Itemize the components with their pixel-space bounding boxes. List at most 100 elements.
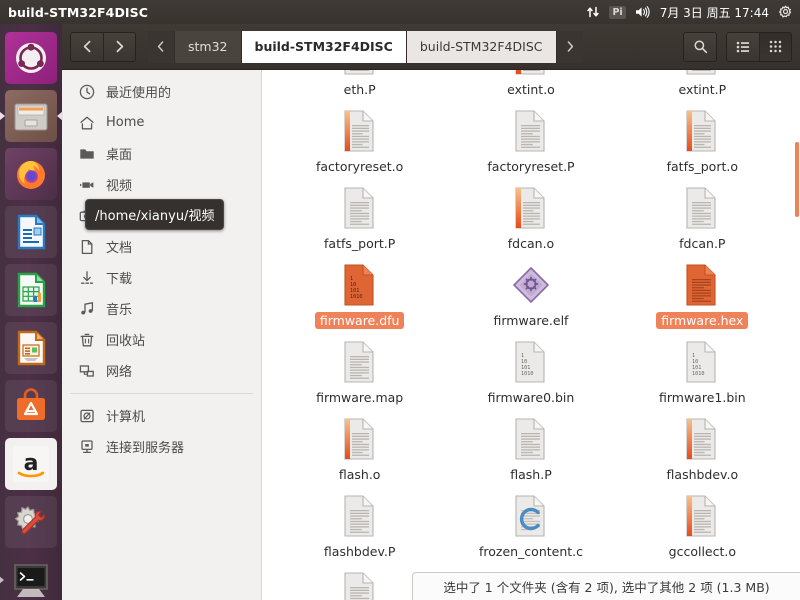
window-body: 最近使用的Home桌面视频图片文档下载音乐回收站网络 计算机连接到服务器 /ho… [62, 70, 800, 600]
gear-icon[interactable] [778, 5, 793, 20]
breadcrumb-scroll-right[interactable] [556, 30, 583, 63]
file-item[interactable]: flashbdev.P [274, 485, 445, 562]
list-view-icon[interactable] [727, 32, 759, 61]
file-item[interactable]: frozen_content.c [445, 485, 616, 562]
launcher-item-ubuntu-software[interactable] [5, 380, 57, 432]
amazon-icon: a [13, 446, 49, 482]
breadcrumb-item-2[interactable]: build-STM32F4DISC [406, 30, 557, 63]
navigation-buttons [70, 31, 136, 62]
file-item[interactable]: fdcan.P [617, 177, 788, 254]
file-label: fdcan.o [507, 236, 555, 251]
file-label: factoryreset.P [487, 159, 575, 174]
places-sidebar: 最近使用的Home桌面视频图片文档下载音乐回收站网络 计算机连接到服务器 /ho… [62, 70, 262, 600]
sidebar-item-label: 音乐 [106, 303, 133, 318]
file-icon-object [511, 70, 551, 77]
file-item[interactable]: factoryreset.o [274, 100, 445, 177]
file-label: firmware1.bin [658, 390, 746, 405]
launcher-item-files-nautilus[interactable] [5, 90, 57, 142]
file-item[interactable]: 1 10 101 1010 firmware0.bin [445, 331, 616, 408]
sidebar-item-3[interactable]: 视频 [62, 169, 261, 200]
file-grid-view[interactable]: eth.P extint.o extint.P factoryreset.o facto… [262, 70, 800, 600]
clock[interactable]: 7月 3日 周五 17:44 [660, 4, 769, 21]
launcher-item-libreoffice-impress[interactable] [5, 322, 57, 374]
launcher-item-amazon[interactable]: a [5, 438, 57, 490]
file-label: flash.o [338, 467, 381, 482]
sidebar-item-10[interactable]: 计算机 [62, 400, 261, 431]
file-item[interactable]: firmware.hex [617, 254, 788, 331]
breadcrumb-item-1[interactable]: build-STM32F4DISC [241, 30, 407, 63]
launcher-item-ubuntu-dash[interactable] [5, 32, 57, 84]
scrollbar-thumb[interactable] [795, 142, 799, 217]
file-item[interactable]: firmware.elf [445, 254, 616, 331]
file-item[interactable]: 1 10 101 1010 firmware.dfu [274, 254, 445, 331]
sidebar-item-9[interactable]: 网络 [62, 355, 261, 386]
sidebar-item-7[interactable]: 音乐 [62, 293, 261, 324]
breadcrumb-item-0[interactable]: stm32 [175, 30, 242, 63]
volume-icon[interactable] [635, 5, 651, 19]
file-item[interactable]: extint.P [617, 70, 788, 100]
breadcrumb-scroll-left[interactable] [148, 30, 175, 63]
file-item[interactable]: flashbdev.o [617, 408, 788, 485]
back-button[interactable] [71, 32, 103, 61]
window-title: build-STM32F4DISC [8, 4, 149, 20]
view-mode-buttons [726, 31, 792, 62]
grid-view-icon[interactable] [759, 32, 791, 61]
file-label: firmware.map [316, 390, 404, 405]
sidebar-item-1[interactable]: Home [62, 107, 261, 138]
forward-button[interactable] [103, 32, 135, 61]
file-icon-plain [340, 181, 380, 231]
launcher-item-libreoffice-calc[interactable] [5, 264, 57, 316]
sidebar-item-8[interactable]: 回收站 [62, 324, 261, 355]
sidebar-item-5[interactable]: 文档 [62, 231, 261, 262]
file-label: gccollect.o [668, 544, 736, 559]
file-item[interactable]: flash.P [445, 408, 616, 485]
pi-indicator[interactable]: Pi [609, 5, 626, 19]
settings-gear-wrench-icon [14, 506, 45, 535]
file-icon-binary: 1 10 101 1010 [682, 335, 722, 385]
sidebar-item-label: Home [106, 115, 145, 130]
vertical-scrollbar[interactable] [795, 70, 800, 600]
launcher-item-libreoffice-writer[interactable] [5, 206, 57, 258]
file-item[interactable]: extint.o [445, 70, 616, 100]
file-label: factoryreset.o [316, 159, 404, 174]
file-item[interactable]: fdcan.o [445, 177, 616, 254]
file-item[interactable]: 1 10 101 1010 firmware1.bin [617, 331, 788, 408]
file-item[interactable]: gccollect.o [617, 485, 788, 562]
sidebar-item-2[interactable]: 桌面 [62, 138, 261, 169]
launcher-item-system-settings[interactable] [5, 496, 57, 548]
ubuntu-logo-icon [16, 43, 46, 73]
svg-text:1010: 1010 [521, 371, 534, 377]
launcher-item-firefox[interactable] [5, 148, 57, 200]
unity-launcher: a [0, 24, 62, 600]
sidebar-item-11[interactable]: 连接到服务器 [62, 431, 261, 462]
file-icon-plain [340, 70, 380, 77]
sidebar-item-6[interactable]: 下载 [62, 262, 261, 293]
file-item[interactable]: flash.o [274, 408, 445, 485]
file-icon-executable [509, 258, 553, 308]
file-manager-window: stm32 build-STM32F4DISC build-STM32F4DIS… [62, 24, 800, 600]
unity-top-panel: build-STM32F4DISC Pi 7月 3日 周五 17:44 [0, 0, 800, 24]
software-bag-icon [17, 388, 45, 420]
file-item[interactable]: firmware.map [274, 331, 445, 408]
places-list: 最近使用的Home桌面视频图片文档下载音乐回收站网络 [62, 76, 261, 386]
file-label: fatfs_port.o [666, 159, 738, 174]
breadcrumb: stm32 build-STM32F4DISC build-STM32F4DIS… [148, 30, 583, 63]
file-grid: eth.P extint.o extint.P factoryreset.o facto… [262, 70, 800, 600]
launcher-item-terminal[interactable] [5, 554, 57, 600]
search-icon[interactable] [684, 32, 716, 61]
system-tray: Pi 7月 3日 周五 17:44 [586, 4, 800, 21]
file-item[interactable]: eth.P [274, 70, 445, 100]
document-icon [78, 238, 95, 255]
document-icon [17, 214, 46, 250]
sidebar-item-0[interactable]: 最近使用的 [62, 76, 261, 107]
network-updown-icon[interactable] [586, 5, 600, 19]
file-item[interactable]: fatfs_port.P [274, 177, 445, 254]
file-label: frozen_content.c [478, 544, 584, 559]
status-bar: 选中了 1 个文件夹 (含有 2 项), 选中了其他 2 项 (1.3 MB) [412, 572, 800, 600]
music-note-icon [78, 300, 95, 317]
file-label: flashbdev.P [323, 544, 396, 559]
search-button-group [683, 31, 717, 62]
file-item[interactable]: factoryreset.P [445, 100, 616, 177]
file-item[interactable]: fatfs_port.o [617, 100, 788, 177]
sidebar-item-label: 网络 [106, 365, 133, 380]
